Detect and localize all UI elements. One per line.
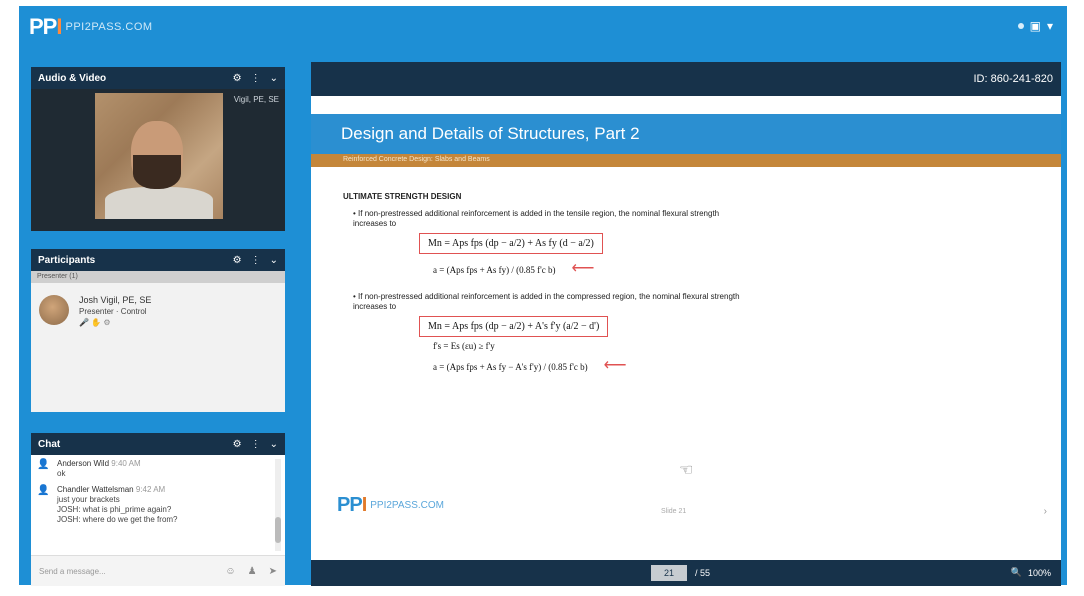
chat-text: just your brackets bbox=[57, 495, 120, 504]
slide-footer-logo: PPI PPI2PASS.COM bbox=[337, 494, 444, 516]
next-slide-arrow-icon[interactable]: › bbox=[1044, 506, 1047, 517]
panel-title: Chat bbox=[38, 438, 61, 450]
chevron-down-icon[interactable]: ▾ bbox=[1047, 19, 1053, 33]
presenter-label: Vigil, PE, SE bbox=[233, 95, 279, 104]
panel-title: Participants bbox=[38, 254, 96, 266]
chat-message: 👤 Chandler Wattelsman 9:42 AM just your … bbox=[37, 485, 265, 525]
equation-box: Mn = Aps fps (dp − a/2) + A's f'y (a/2 −… bbox=[419, 316, 609, 337]
audio-video-panel: Audio & Video ⚙ ⋮ ⌄ Vigil, PE, SE bbox=[31, 67, 285, 231]
equation: f's = Es (εu) ≥ f'y bbox=[433, 341, 495, 351]
slide-title: Design and Details of Structures, Part 2 bbox=[311, 114, 1061, 154]
panel-header: Audio & Video ⚙ ⋮ ⌄ bbox=[31, 67, 285, 89]
avatar bbox=[39, 295, 69, 325]
chevron-down-icon[interactable]: ⌄ bbox=[270, 73, 278, 84]
page-total: / 55 bbox=[695, 568, 711, 578]
chat-sender: Chandler Wattelsman bbox=[57, 485, 134, 494]
user-icon: 👤 bbox=[37, 459, 50, 470]
top-controls: ▣ ▾ bbox=[1017, 19, 1053, 33]
logo-site: PPI2PASS.COM bbox=[65, 21, 153, 33]
chat-message: 👤 Anderson Wild 9:40 AM ok bbox=[37, 459, 265, 479]
page-number-input[interactable]: 21 bbox=[651, 565, 687, 581]
presentation-area: ID: 860-241-820 Design and Details of St… bbox=[311, 62, 1061, 586]
screen-share-icon[interactable]: ▣ bbox=[1030, 19, 1041, 33]
zoom-control[interactable]: 🔍 100% bbox=[1011, 567, 1051, 578]
panel-header: Participants ⚙ ⋮ ⌄ bbox=[31, 249, 285, 271]
participant-status-icons: 🎤 ✋ ⚙ bbox=[79, 318, 111, 327]
slide-heading: ULTIMATE STRENGTH DESIGN bbox=[343, 192, 462, 201]
chat-time: 9:42 AM bbox=[135, 485, 166, 494]
chat-text: JOSH: what is phi_prime again? bbox=[57, 505, 172, 514]
participant-role: Presenter · Control bbox=[79, 307, 147, 316]
chat-text: JOSH: where do we get the from? bbox=[57, 515, 178, 524]
slide-body: ULTIMATE STRENGTH DESIGN • If non-prestr… bbox=[343, 192, 743, 375]
chat-sender: Anderson Wild bbox=[57, 459, 110, 468]
more-icon[interactable]: ⋮ bbox=[251, 439, 261, 450]
app-window: PPI PPI2PASS.COM ▣ ▾ Audio & Video ⚙ ⋮ ⌄… bbox=[19, 6, 1067, 586]
logo-mark-i: I bbox=[56, 14, 62, 39]
send-icon[interactable]: ➤ bbox=[269, 566, 277, 577]
equation: a = (Aps fps + As fy) / (0.85 f'c b) ⟵ bbox=[433, 260, 595, 277]
slide-bullet: • If non-prestressed additional reinforc… bbox=[353, 209, 720, 228]
more-icon[interactable]: ⋮ bbox=[251, 73, 261, 84]
meeting-id: ID: 860-241-820 bbox=[973, 73, 1054, 85]
panel-header: Chat ⚙ ⋮ ⌄ bbox=[31, 433, 285, 455]
equation: a = (Aps fps + As fy − A's f'y) / (0.85 … bbox=[433, 357, 627, 374]
logo-mark: PP bbox=[29, 14, 57, 39]
chat-input[interactable]: Send a message... ☺ ♟ ➤ bbox=[31, 555, 285, 586]
more-icon[interactable]: ⋮ bbox=[251, 255, 261, 266]
presentation-header: ID: 860-241-820 bbox=[311, 62, 1061, 96]
chat-scrollbar[interactable] bbox=[275, 459, 281, 551]
chat-input-placeholder[interactable]: Send a message... bbox=[39, 567, 106, 576]
status-dot-icon bbox=[1017, 23, 1024, 29]
chat-time: 9:40 AM bbox=[111, 459, 141, 468]
slide: Design and Details of Structures, Part 2… bbox=[311, 96, 1061, 560]
equation-box: Mn = Aps fps (dp − a/2) + As fy (d − a/2… bbox=[419, 233, 603, 254]
participant-name: Josh Vigil, PE, SE bbox=[79, 295, 152, 305]
emoji-icon[interactable]: ☺ bbox=[225, 566, 235, 577]
chat-messages[interactable]: 👤 Anderson Wild 9:40 AM ok 👤 Chandler Wa… bbox=[31, 455, 285, 555]
chevron-down-icon[interactable]: ⌄ bbox=[270, 255, 278, 266]
user-icon: 👤 bbox=[37, 485, 50, 496]
settings-icon[interactable]: ⚙ bbox=[233, 439, 242, 450]
participant-row[interactable]: Josh Vigil, PE, SE Presenter · Control 🎤… bbox=[31, 283, 285, 340]
hand-cursor-icon: ☜ bbox=[679, 462, 694, 479]
webcam-image bbox=[95, 93, 223, 219]
settings-icon[interactable]: ⚙ bbox=[233, 255, 242, 266]
slide-page-label: Slide 21 bbox=[661, 508, 687, 515]
zoom-level: 100% bbox=[1027, 567, 1051, 578]
user-icon[interactable]: ♟ bbox=[248, 566, 257, 577]
ppi-logo[interactable]: PPI PPI2PASS.COM bbox=[29, 14, 153, 40]
annotation-arrow-icon: ⟵ bbox=[571, 260, 595, 277]
panel-title: Audio & Video bbox=[38, 72, 107, 84]
annotation-arrow-icon: ⟵ bbox=[603, 357, 627, 374]
presenter-group-header: Presenter (1) bbox=[31, 271, 285, 283]
zoom-icon: 🔍 bbox=[1010, 567, 1022, 577]
chat-text: ok bbox=[57, 469, 66, 478]
slide-subtitle: Reinforced Concrete Design: Slabs and Be… bbox=[311, 154, 1061, 167]
presentation-controls: 21 / 55 🔍 100% bbox=[311, 560, 1061, 586]
chat-panel: Chat ⚙ ⋮ ⌄ 👤 Anderson Wild 9:40 AM ok 👤 … bbox=[31, 433, 285, 586]
top-bar: PPI PPI2PASS.COM ▣ ▾ bbox=[19, 6, 1067, 48]
settings-icon[interactable]: ⚙ bbox=[233, 73, 242, 84]
slide-bullet: • If non-prestressed additional reinforc… bbox=[353, 292, 740, 311]
participants-panel: Participants ⚙ ⋮ ⌄ Presenter (1) Josh Vi… bbox=[31, 249, 285, 412]
chevron-down-icon[interactable]: ⌄ bbox=[270, 439, 278, 450]
video-feed: Vigil, PE, SE bbox=[31, 89, 285, 231]
